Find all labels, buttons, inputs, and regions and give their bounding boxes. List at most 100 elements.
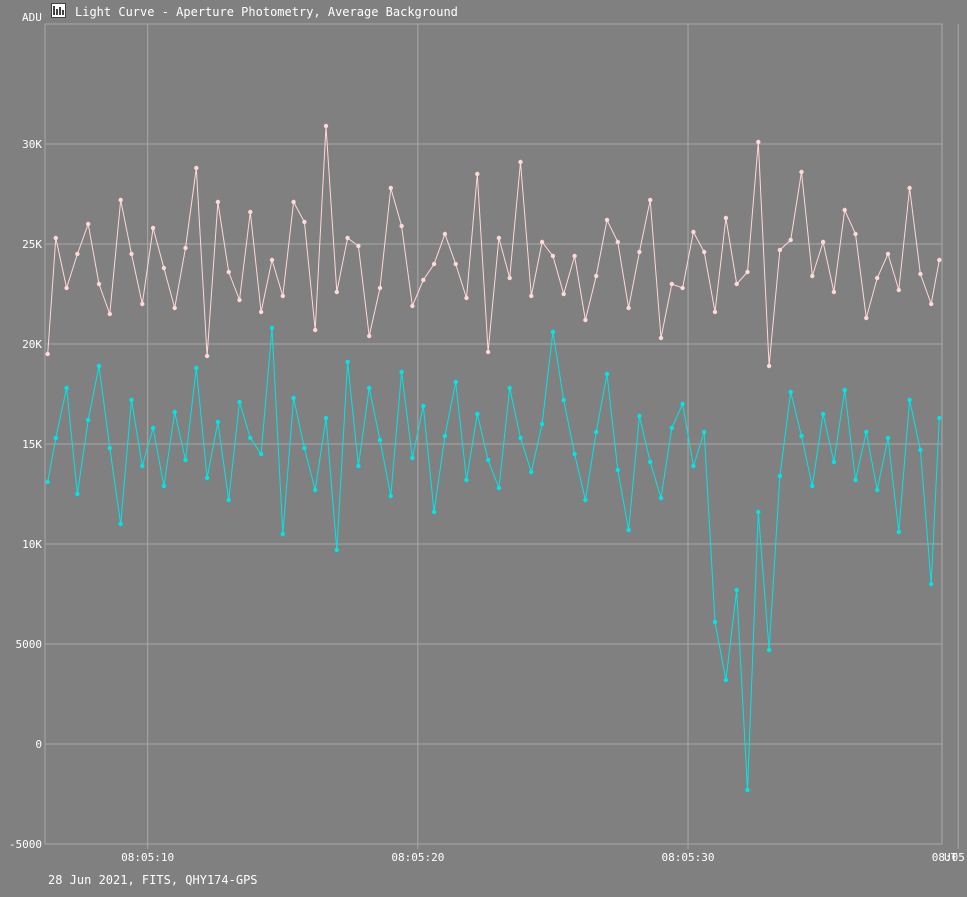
data-point (161, 265, 167, 271)
data-point (485, 457, 491, 463)
data-point (356, 463, 361, 469)
data-point (475, 171, 480, 177)
y-tick-label: 10K (22, 538, 42, 551)
data-point (853, 477, 858, 483)
data-point (215, 419, 221, 425)
data-point (777, 247, 783, 253)
data-point (118, 521, 123, 527)
data-point (377, 285, 383, 291)
data-point (550, 329, 556, 335)
data-point (875, 487, 880, 493)
data-point (475, 411, 480, 417)
data-point (431, 261, 437, 267)
data-point (248, 209, 253, 215)
data-point (204, 353, 210, 359)
data-point (399, 369, 404, 375)
data-point (291, 199, 296, 205)
data-point (140, 463, 145, 469)
data-point (453, 379, 458, 385)
data-point (918, 447, 923, 453)
data-point (831, 459, 837, 465)
data-point (788, 237, 793, 243)
data-point (507, 385, 512, 391)
data-point (172, 409, 177, 415)
data-point (269, 325, 275, 331)
data-point (377, 437, 383, 443)
data-point (280, 293, 285, 299)
data-point (313, 487, 318, 493)
data-point (842, 207, 847, 213)
data-point (75, 251, 80, 257)
data-point (937, 415, 942, 421)
data-point (45, 351, 50, 357)
data-point (291, 395, 296, 401)
data-point (140, 301, 145, 307)
data-point (658, 335, 664, 341)
data-point (561, 291, 566, 297)
data-point (658, 495, 664, 501)
data-point (96, 363, 102, 369)
data-point (820, 411, 826, 417)
data-point (669, 281, 674, 287)
target-series (45, 325, 942, 793)
data-point (799, 433, 804, 439)
data-point (64, 285, 69, 291)
data-point (604, 217, 610, 223)
data-point (226, 269, 231, 275)
data-point (421, 403, 426, 409)
data-point (226, 497, 231, 503)
data-point (842, 387, 847, 393)
x-tick-label: 08:05:20 (391, 851, 444, 864)
data-point (937, 257, 942, 263)
data-point (183, 245, 188, 251)
data-point (150, 425, 156, 431)
y-tick-label: 25K (22, 238, 42, 251)
x-tick-label: 08:05:30 (662, 851, 715, 864)
data-point (907, 397, 912, 403)
data-point (648, 197, 653, 203)
data-point (75, 491, 80, 497)
data-point (496, 235, 502, 241)
data-point (918, 271, 923, 277)
data-point (680, 285, 685, 291)
data-point (745, 269, 750, 275)
data-point (410, 303, 415, 309)
data-point (507, 275, 512, 281)
data-point (929, 301, 934, 307)
data-point (367, 333, 372, 339)
data-point (172, 305, 177, 311)
x-tick-label: 08:05:10 (121, 851, 174, 864)
data-point (464, 295, 469, 301)
data-point (583, 317, 588, 323)
data-point (107, 311, 113, 317)
data-point (723, 215, 729, 221)
data-point (96, 281, 102, 287)
data-point (766, 647, 772, 653)
data-point (712, 309, 718, 315)
data-point (323, 123, 329, 129)
data-point (86, 417, 91, 423)
data-point (831, 289, 837, 295)
data-point (875, 275, 880, 281)
data-point (118, 197, 123, 203)
data-point (626, 527, 631, 533)
data-point (302, 219, 307, 225)
data-point (410, 455, 415, 461)
data-point (799, 169, 804, 175)
series-line (47, 125, 940, 367)
grid-lines (44, 23, 959, 845)
data-point (777, 473, 783, 479)
data-point (518, 159, 523, 165)
data-point (334, 547, 339, 553)
data-point (183, 457, 188, 463)
data-point (691, 463, 696, 469)
data-point (712, 619, 718, 625)
y-tick-label: 0 (35, 738, 42, 751)
data-point (529, 469, 534, 475)
data-point (561, 397, 566, 403)
y-tick-label: -5000 (9, 838, 42, 851)
data-point (248, 435, 253, 441)
data-point (680, 401, 685, 407)
data-point (86, 221, 91, 227)
data-point (237, 399, 242, 405)
